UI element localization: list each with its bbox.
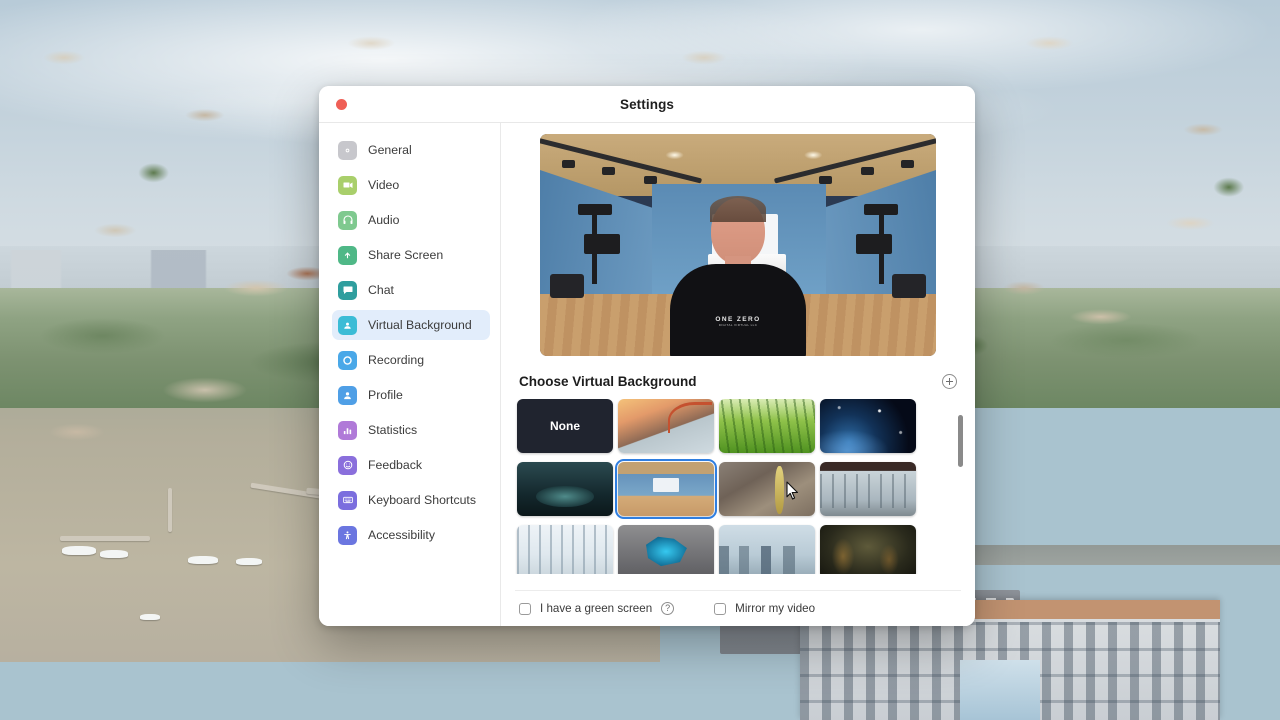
sidebar-item-video[interactable]: Video <box>332 170 490 200</box>
upload-icon <box>338 245 357 265</box>
camera-icon <box>338 175 357 195</box>
sidebar-item-general[interactable]: General <box>332 135 490 165</box>
background-thumbnail[interactable] <box>719 399 815 453</box>
sidebar-item-label: Virtual Background <box>368 318 472 332</box>
preview-person: ONE ZERO DIGITAL VIRTUAL LLC <box>670 196 806 356</box>
page-title: Choose Virtual Background <box>519 374 697 389</box>
background-thumbnail[interactable] <box>820 399 916 453</box>
accessibility-icon <box>338 525 357 545</box>
background-thumbnail[interactable] <box>517 525 613 574</box>
preview-chair <box>550 274 584 298</box>
person-card-icon <box>338 315 357 335</box>
background-thumbnail-none[interactable]: None <box>517 399 613 453</box>
settings-sidebar: General Video Audio Share Screen Chat Vi… <box>319 123 501 626</box>
preview-lamp <box>861 167 874 175</box>
record-icon <box>338 350 357 370</box>
chat-icon <box>338 280 357 300</box>
preview-lamp <box>602 167 615 175</box>
sidebar-item-label: Recording <box>368 353 425 367</box>
preview-lamp <box>562 160 575 168</box>
headphones-icon <box>338 210 357 230</box>
sidebar-item-label: Video <box>368 178 400 192</box>
sidebar-item-recording[interactable]: Recording <box>332 345 490 375</box>
preview-lamp <box>901 160 914 168</box>
add-background-icon[interactable] <box>942 374 957 389</box>
thumbnail-label: None <box>550 419 580 433</box>
sidebar-item-label: Keyboard Shortcuts <box>368 493 477 507</box>
sidebar-item-label: Statistics <box>368 423 418 437</box>
sidebar-item-profile[interactable]: Profile <box>332 380 490 410</box>
preview-person-hair <box>710 196 766 222</box>
preview-softbox <box>578 204 612 215</box>
background-grid: None <box>515 399 961 574</box>
bar-chart-icon <box>338 420 357 440</box>
sidebar-item-accessibility[interactable]: Accessibility <box>332 520 490 550</box>
settings-window: Settings General Video Audio Share Scree… <box>319 86 975 626</box>
sidebar-item-label: General <box>368 143 412 157</box>
help-icon[interactable]: ? <box>661 602 675 615</box>
mirror-video-checkbox[interactable] <box>714 602 727 615</box>
sidebar-item-chat[interactable]: Chat <box>332 275 490 305</box>
blue-apartment <box>960 660 1040 720</box>
preview-softbox <box>864 204 898 215</box>
window-title: Settings <box>619 96 675 112</box>
virtual-background-panel: ONE ZERO DIGITAL VIRTUAL LLC Choose Virt… <box>501 123 975 626</box>
sidebar-item-label: Chat <box>368 283 394 297</box>
background-thumbnail[interactable] <box>618 399 714 453</box>
window-title-bar: Settings <box>319 86 975 123</box>
green-screen-checkbox[interactable] <box>519 602 531 615</box>
mirror-video-label: Mirror my video <box>735 602 816 615</box>
preview-chair <box>892 274 926 298</box>
gear-icon <box>338 140 357 160</box>
preview-person-shirt: ONE ZERO DIGITAL VIRTUAL LLC <box>670 264 806 356</box>
background-thumbnail-selected[interactable] <box>615 459 717 519</box>
person-icon <box>338 385 357 405</box>
panel-footer: I have a green screen ? Mirror my video <box>515 590 961 626</box>
green-screen-label: I have a green screen <box>540 602 653 615</box>
preview-teleprompter <box>584 234 620 254</box>
sidebar-item-audio[interactable]: Audio <box>332 205 490 235</box>
sidebar-item-virtual-background[interactable]: Virtual Background <box>332 310 490 340</box>
sidebar-item-label: Audio <box>368 213 400 227</box>
background-thumbnail[interactable] <box>820 525 916 574</box>
background-thumbnail[interactable] <box>820 462 916 516</box>
smiley-icon <box>338 455 357 475</box>
background-thumbnail[interactable] <box>719 462 815 516</box>
sidebar-item-feedback[interactable]: Feedback <box>332 450 490 480</box>
scrollbar-thumb[interactable] <box>958 415 963 467</box>
background-grid-wrapper: None <box>515 399 963 588</box>
background-grid-scrollbar[interactable] <box>958 401 963 569</box>
sidebar-item-statistics[interactable]: Statistics <box>332 415 490 445</box>
sidebar-item-keyboard-shortcuts[interactable]: Keyboard Shortcuts <box>332 485 490 515</box>
section-header: Choose Virtual Background <box>519 374 957 389</box>
sidebar-item-label: Share Screen <box>368 248 444 262</box>
desktop-background: Settings General Video Audio Share Scree… <box>0 0 1280 720</box>
preview-lamp <box>644 176 657 184</box>
sidebar-item-label: Profile <box>368 388 403 402</box>
sidebar-item-label: Accessibility <box>368 528 435 542</box>
background-thumbnail[interactable] <box>618 525 714 574</box>
preview-lamp <box>819 176 832 184</box>
background-thumbnail[interactable] <box>517 462 613 516</box>
preview-teleprompter <box>856 234 892 254</box>
sidebar-item-label: Feedback <box>368 458 423 472</box>
video-preview[interactable]: ONE ZERO DIGITAL VIRTUAL LLC <box>540 134 936 356</box>
background-thumbnail[interactable] <box>719 525 815 574</box>
sidebar-item-share-screen[interactable]: Share Screen <box>332 240 490 270</box>
keyboard-icon <box>338 490 357 510</box>
shirt-logo: ONE ZERO DIGITAL VIRTUAL LLC <box>715 316 761 327</box>
